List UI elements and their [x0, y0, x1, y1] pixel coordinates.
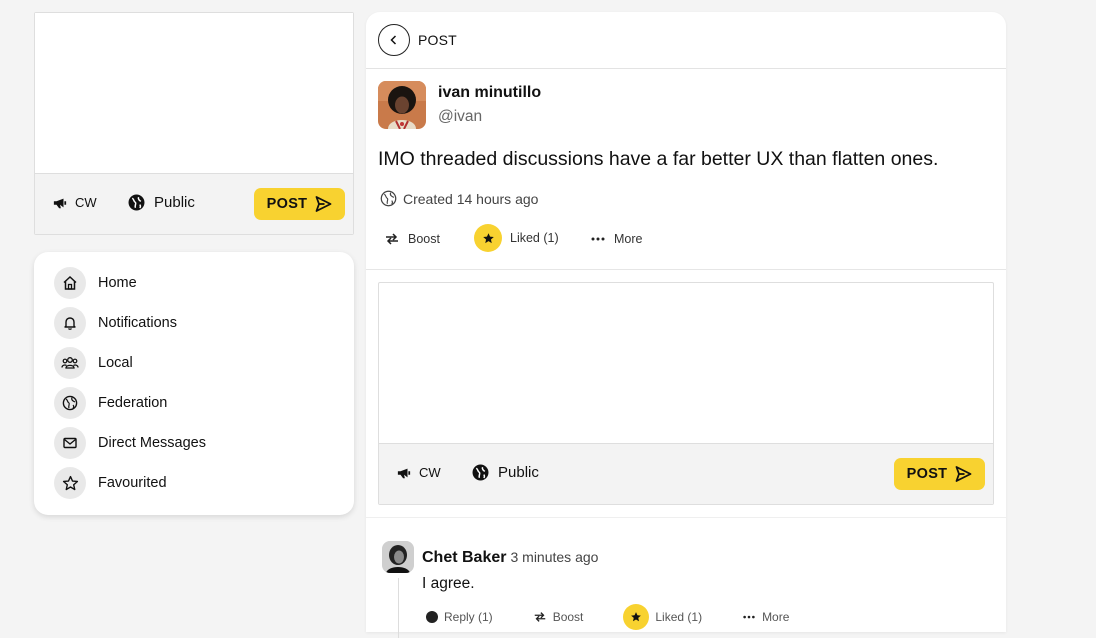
reply-composer-textarea[interactable]	[379, 283, 993, 443]
post-panel: POST ivan minutillo @ivan IMO threaded d…	[366, 12, 1006, 638]
send-icon	[955, 466, 972, 482]
globe-icon	[472, 464, 489, 481]
liked-label: Liked (1)	[510, 231, 559, 245]
like-button[interactable]: Liked (1)	[623, 604, 702, 630]
like-button[interactable]: Liked (1)	[474, 224, 559, 252]
liked-label: Liked (1)	[655, 610, 703, 624]
globe-icon	[128, 194, 145, 211]
more-label: More	[614, 232, 643, 246]
left-composer-textarea[interactable]	[35, 13, 353, 173]
sidebar-item-label: Favourited	[98, 475, 167, 491]
more-label: More	[762, 610, 790, 624]
send-icon	[315, 196, 332, 212]
cw-label: CW	[419, 465, 441, 480]
sidebar-item-label: Notifications	[98, 315, 177, 331]
created-timestamp: Created 14 hours ago	[380, 190, 538, 207]
visibility-button[interactable]: Public	[472, 464, 539, 481]
back-button[interactable]	[378, 24, 410, 56]
avatar[interactable]	[382, 541, 414, 573]
sidebar-item-local[interactable]: Local	[54, 347, 133, 379]
author-name[interactable]: ivan minutillo	[438, 84, 541, 102]
reply-body: I agree.	[422, 575, 475, 592]
created-label: Created 14 hours ago	[403, 190, 539, 207]
boost-label: Boost	[552, 610, 584, 624]
chevron-left-icon	[388, 34, 400, 46]
left-composer-toolbar: CW Public POST	[35, 173, 353, 234]
divider	[366, 517, 1006, 518]
sidebar-item-label: Federation	[98, 395, 168, 411]
megaphone-icon	[397, 466, 411, 480]
cw-button[interactable]: CW	[397, 465, 441, 480]
home-icon	[54, 267, 86, 299]
sidebar-item-label: Local	[98, 355, 133, 371]
bell-icon	[54, 307, 86, 339]
reply-author-name[interactable]: Chet Baker	[422, 549, 506, 566]
post-label: POST	[266, 196, 308, 212]
repeat-icon	[533, 610, 547, 624]
more-button[interactable]: More	[742, 604, 789, 630]
reply-composer-toolbar: CW Public POST	[379, 443, 993, 504]
megaphone-icon	[53, 196, 67, 210]
sidebar-nav: Home Notifications Local Federation Dire…	[34, 252, 354, 515]
reply-time[interactable]: 3 minutes ago	[510, 549, 598, 565]
globe-icon	[54, 387, 86, 419]
users-icon	[54, 347, 86, 379]
sidebar-item-federation[interactable]: Federation	[54, 387, 167, 419]
more-button[interactable]: More	[590, 231, 642, 247]
star-icon	[474, 224, 502, 252]
visibility-button[interactable]: Public	[128, 194, 195, 211]
post-header: POST	[366, 12, 1006, 69]
avatar[interactable]	[378, 81, 426, 129]
post-button[interactable]: POST	[254, 188, 345, 220]
envelope-icon	[54, 427, 86, 459]
visibility-label: Public	[498, 464, 539, 481]
cw-label: CW	[75, 195, 97, 210]
reply-actions: Reply (1) Boost Liked (1) More	[426, 604, 789, 630]
boost-label: Boost	[408, 232, 440, 246]
reply-icon	[426, 611, 438, 623]
sidebar-item-notifications[interactable]: Notifications	[54, 307, 177, 339]
sidebar-item-direct-messages[interactable]: Direct Messages	[54, 427, 206, 459]
divider	[366, 269, 1006, 270]
sidebar-item-favourited[interactable]: Favourited	[54, 467, 167, 499]
cw-button[interactable]: CW	[53, 195, 97, 210]
post-button[interactable]: POST	[894, 458, 985, 490]
boost-button[interactable]: Boost	[533, 604, 584, 630]
left-composer: CW Public POST	[34, 12, 354, 235]
star-icon	[54, 467, 86, 499]
repeat-icon	[384, 231, 400, 247]
ellipsis-icon	[742, 610, 756, 624]
sidebar-item-label: Direct Messages	[98, 435, 206, 451]
post-label: POST	[906, 466, 948, 482]
sidebar-item-label: Home	[98, 275, 137, 291]
globe-icon	[380, 190, 397, 207]
boost-button[interactable]: Boost	[384, 231, 440, 247]
page-title: POST	[418, 32, 457, 48]
sidebar-item-home[interactable]: Home	[54, 267, 137, 299]
reply-label: Reply (1)	[444, 610, 493, 624]
ellipsis-icon	[590, 231, 606, 247]
visibility-label: Public	[154, 194, 195, 211]
thread-line	[398, 578, 399, 638]
author-handle[interactable]: @ivan	[438, 108, 482, 126]
star-icon	[623, 604, 650, 630]
reply-composer: CW Public POST	[378, 282, 994, 505]
reply-button[interactable]: Reply (1)	[426, 604, 493, 630]
post-body: IMO threaded discussions have a far bett…	[378, 148, 939, 170]
reply-header: Chet Baker 3 minutes ago	[422, 549, 598, 567]
